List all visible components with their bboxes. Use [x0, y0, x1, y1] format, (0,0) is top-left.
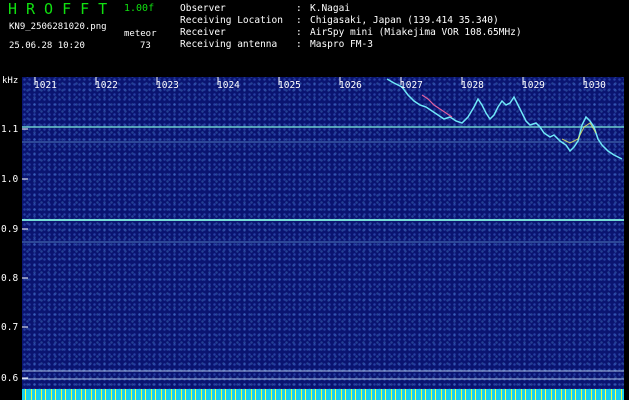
y-tick-label: 1.0	[1, 174, 19, 185]
y-axis-unit: kHz	[2, 76, 19, 86]
x-tick-label: 1023	[156, 80, 179, 91]
meta-row-location: Receiving Location: Chigasaki, Japan (139…	[180, 15, 499, 26]
x-tick-label: 1025	[278, 80, 301, 91]
meta-key: Receiving Location	[180, 15, 283, 26]
meteor-counter-value: 73	[140, 41, 151, 51]
station-info: Observer: K.Nagai Receiving Location: Chig…	[180, 3, 522, 51]
y-tick-label: 0.9	[1, 224, 19, 235]
meta-row-receiver: Receiver: AirSpy mini (Miakejima VOR 108.…	[180, 27, 522, 38]
meta-key: Observer	[180, 3, 226, 14]
file-name: KN9_2506281020.png	[9, 22, 107, 32]
meta-value: Maspro FM-3	[310, 39, 373, 50]
meta-row-observer: Observer: K.Nagai	[180, 3, 351, 14]
y-tick-label: 0.8	[1, 273, 19, 284]
x-tick-label: 1022	[95, 80, 118, 91]
meteor-counter-label: meteor	[124, 29, 157, 39]
meta-value: AirSpy mini (Miakejima VOR 108.65MHz)	[310, 27, 522, 38]
signal-level-strip	[22, 389, 624, 400]
x-tick-label: 1021	[34, 80, 57, 91]
y-tick-label: 1.1	[1, 124, 19, 135]
meta-row-antenna: Receiving antenna: Maspro FM-3	[180, 39, 373, 50]
app-version: 1.00f	[124, 3, 155, 14]
x-tick-label: 1029	[522, 80, 545, 91]
meteor-echo-trace	[386, 78, 623, 160]
y-tick-label: 0.6	[1, 373, 19, 384]
meta-value: Chigasaki, Japan (139.414 35.340)	[310, 15, 499, 26]
header-panel: HROFFT 1.00f KN9_2506281020.png 25.06.28…	[0, 0, 629, 76]
spectrogram-plot[interactable]	[22, 77, 624, 389]
y-tick-marks	[22, 128, 28, 379]
x-tick-label: 1030	[583, 80, 606, 91]
meta-key: Receiver	[180, 27, 226, 38]
meta-key: Receiving antenna	[180, 39, 278, 50]
x-tick-label: 1027	[400, 80, 423, 91]
x-tick-label: 1026	[339, 80, 362, 91]
x-tick-label: 1024	[217, 80, 240, 91]
app-brand: HROFFT	[8, 0, 117, 18]
x-tick-label: 1028	[461, 80, 484, 91]
y-tick-label: 0.7	[1, 322, 19, 333]
meta-value: K.Nagai	[310, 3, 351, 14]
capture-datetime: 25.06.28 10:20	[9, 41, 85, 51]
spectrogram-overlay	[22, 77, 624, 380]
